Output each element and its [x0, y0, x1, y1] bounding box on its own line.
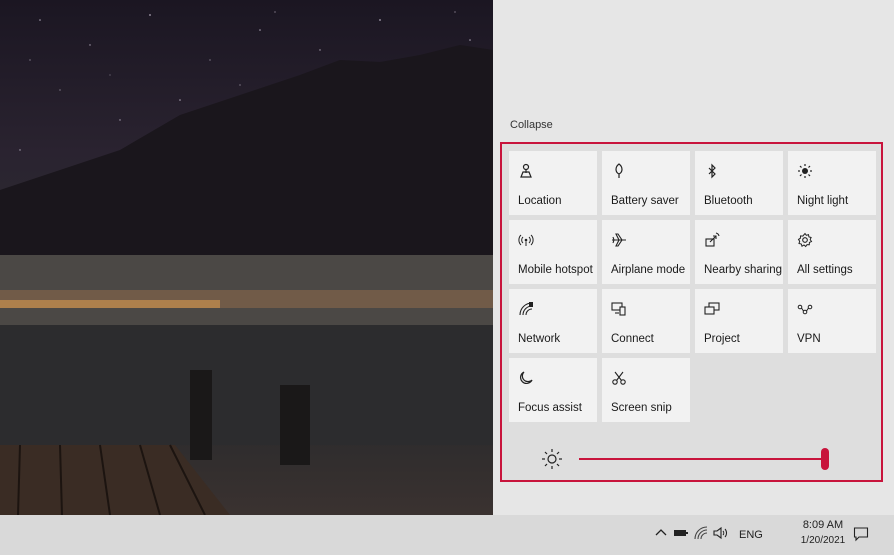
brightness-icon	[541, 448, 563, 470]
brightness-slider-track[interactable]	[579, 458, 827, 460]
clock-date[interactable]: 1/20/2021	[797, 535, 849, 546]
notification-icon[interactable]	[853, 526, 869, 542]
tile-label: Connect	[611, 333, 654, 345]
clock-time[interactable]: 8:09 AM	[800, 519, 846, 531]
tile-label: Bluetooth	[704, 195, 753, 207]
brightness-slider-thumb[interactable]	[821, 448, 829, 470]
tile-project[interactable]: Project	[695, 289, 783, 353]
tile-airplane-mode[interactable]: Airplane mode	[602, 220, 690, 284]
nearby-sharing-icon	[704, 232, 720, 248]
battery-saver-icon	[611, 163, 627, 179]
quick-actions-panel: Location Battery saver Bluetooth Night l…	[500, 142, 883, 482]
tile-battery-saver[interactable]: Battery saver	[602, 151, 690, 215]
tile-screen-snip[interactable]: Screen snip	[602, 358, 690, 422]
tile-label: Location	[518, 195, 562, 207]
gear-icon	[797, 232, 813, 248]
tile-label: Airplane mode	[611, 264, 686, 276]
tile-night-light[interactable]: Night light	[788, 151, 876, 215]
tile-mobile-hotspot[interactable]: Mobile hotspot	[509, 220, 597, 284]
tile-label: Network	[518, 333, 561, 345]
tile-connect[interactable]: Connect	[602, 289, 690, 353]
tile-label: Mobile hotspot	[518, 264, 593, 276]
connect-icon	[611, 301, 627, 317]
tile-label: All settings	[797, 264, 853, 276]
tile-all-settings[interactable]: All settings	[788, 220, 876, 284]
moon-icon	[518, 370, 534, 386]
vpn-icon	[797, 301, 813, 317]
project-icon	[704, 301, 720, 317]
mobile-hotspot-icon	[518, 232, 534, 248]
tile-label: VPN	[797, 333, 821, 345]
tile-label: Nearby sharing	[704, 264, 782, 276]
night-light-icon	[797, 163, 813, 179]
airplane-icon	[611, 232, 627, 248]
screen-snip-icon	[611, 370, 627, 386]
speaker-icon[interactable]	[712, 525, 728, 541]
tile-label: Battery saver	[611, 195, 679, 207]
language-indicator[interactable]: ENG	[739, 529, 763, 541]
tile-network[interactable]: Network	[509, 289, 597, 353]
tile-bluetooth[interactable]: Bluetooth	[695, 151, 783, 215]
tile-label: Screen snip	[611, 402, 672, 414]
location-icon	[518, 163, 534, 179]
desktop-wallpaper	[0, 0, 493, 515]
bluetooth-icon	[704, 163, 720, 179]
tile-label: Project	[704, 333, 740, 345]
collapse-link[interactable]: Collapse	[510, 119, 553, 131]
network-icon	[518, 301, 534, 317]
battery-icon[interactable]	[673, 525, 689, 541]
tile-focus-assist[interactable]: Focus assist	[509, 358, 597, 422]
tile-vpn[interactable]: VPN	[788, 289, 876, 353]
tile-label: Focus assist	[518, 402, 582, 414]
chevron-up-icon[interactable]	[653, 525, 669, 541]
wifi-icon[interactable]	[693, 525, 709, 541]
tile-location[interactable]: Location	[509, 151, 597, 215]
tile-nearby-sharing[interactable]: Nearby sharing	[695, 220, 783, 284]
tile-label: Night light	[797, 195, 849, 207]
